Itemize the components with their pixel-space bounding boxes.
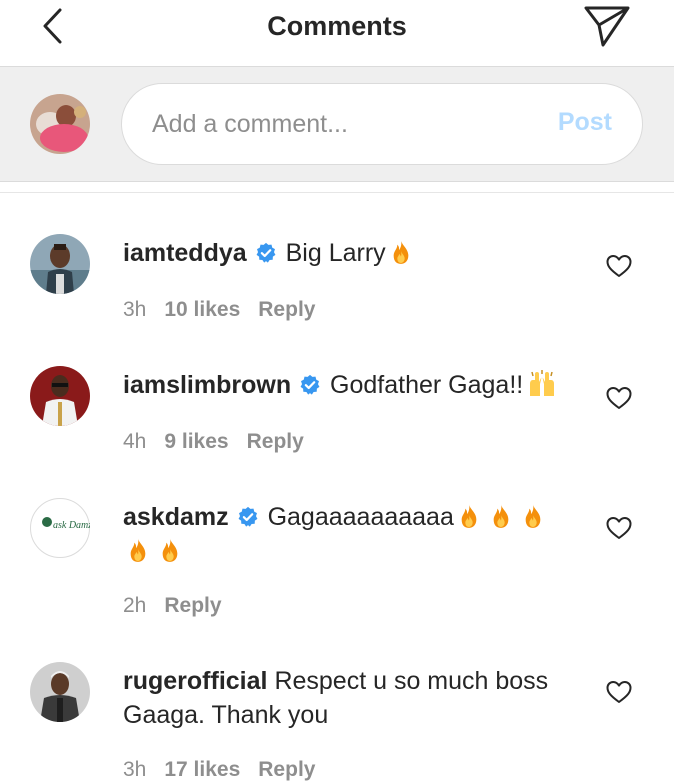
comment-time: 3h — [123, 298, 147, 321]
comment-time: 2h — [123, 594, 147, 617]
fire-emoji-icon — [490, 502, 512, 530]
fire-emoji-icon — [159, 536, 181, 564]
like-heart-icon[interactable] — [606, 680, 632, 704]
username[interactable]: rugerofficial — [123, 667, 267, 695]
fire-emoji-icon — [458, 502, 480, 530]
comment-message: Godfather Gaga!! — [330, 371, 524, 399]
comment-text: rugerofficial Respect u so much boss Gaa… — [123, 664, 583, 732]
post-button[interactable]: Post — [558, 108, 612, 137]
comment-input[interactable] — [152, 106, 532, 142]
comment-time: 3h — [123, 758, 147, 781]
paper-plane-icon[interactable] — [582, 4, 632, 48]
comment-input-wrapper: Post — [121, 83, 643, 165]
fire-emoji-icon — [127, 536, 149, 564]
divider — [0, 192, 674, 193]
avatar-logo-text: ask Damz — [53, 520, 90, 531]
verified-badge-icon — [299, 374, 321, 396]
fire-emoji-icon — [522, 502, 544, 530]
like-heart-icon[interactable] — [606, 516, 632, 540]
raised-hands-emoji-icon — [530, 370, 555, 396]
comment-time: 4h — [123, 430, 147, 453]
comment-meta: 4h 9 likes Reply — [123, 430, 322, 454]
top-bar: Comments — [0, 0, 674, 66]
user-avatar[interactable] — [30, 234, 90, 294]
comment-meta: 3h 17 likes Reply — [123, 758, 333, 782]
verified-badge-icon — [237, 506, 259, 528]
fire-emoji-icon — [390, 238, 412, 266]
username[interactable]: askdamz — [123, 503, 229, 531]
user-avatar[interactable] — [30, 366, 90, 426]
likes-count[interactable]: 17 likes — [164, 758, 240, 781]
reply-button[interactable]: Reply — [164, 594, 221, 617]
comment-text: iamteddya Big Larry — [123, 236, 583, 270]
page-title: Comments — [267, 11, 407, 41]
current-user-avatar — [30, 94, 90, 154]
comment-composer: Post — [0, 66, 674, 182]
like-heart-icon[interactable] — [606, 386, 632, 410]
comment-text: askdamz Gagaaaaaaaaaa — [123, 500, 583, 568]
user-avatar[interactable] — [30, 662, 90, 722]
like-heart-icon[interactable] — [606, 254, 632, 278]
comment-meta: 2h Reply — [123, 594, 240, 618]
user-avatar[interactable]: ask Damz — [30, 498, 90, 558]
comment-message: Gagaaaaaaaaaa — [267, 503, 454, 531]
comment-message: Big Larry — [285, 239, 386, 267]
comment-meta: 3h 10 likes Reply — [123, 298, 333, 322]
likes-count[interactable]: 10 likes — [164, 298, 240, 321]
likes-count[interactable]: 9 likes — [164, 430, 228, 453]
reply-button[interactable]: Reply — [258, 298, 315, 321]
reply-button[interactable]: Reply — [258, 758, 315, 781]
reply-button[interactable]: Reply — [247, 430, 304, 453]
verified-badge-icon — [255, 242, 277, 264]
username[interactable]: iamteddya — [123, 239, 247, 267]
username[interactable]: iamslimbrown — [123, 371, 291, 399]
comment-text: iamslimbrown Godfather Gaga!! — [123, 368, 583, 402]
